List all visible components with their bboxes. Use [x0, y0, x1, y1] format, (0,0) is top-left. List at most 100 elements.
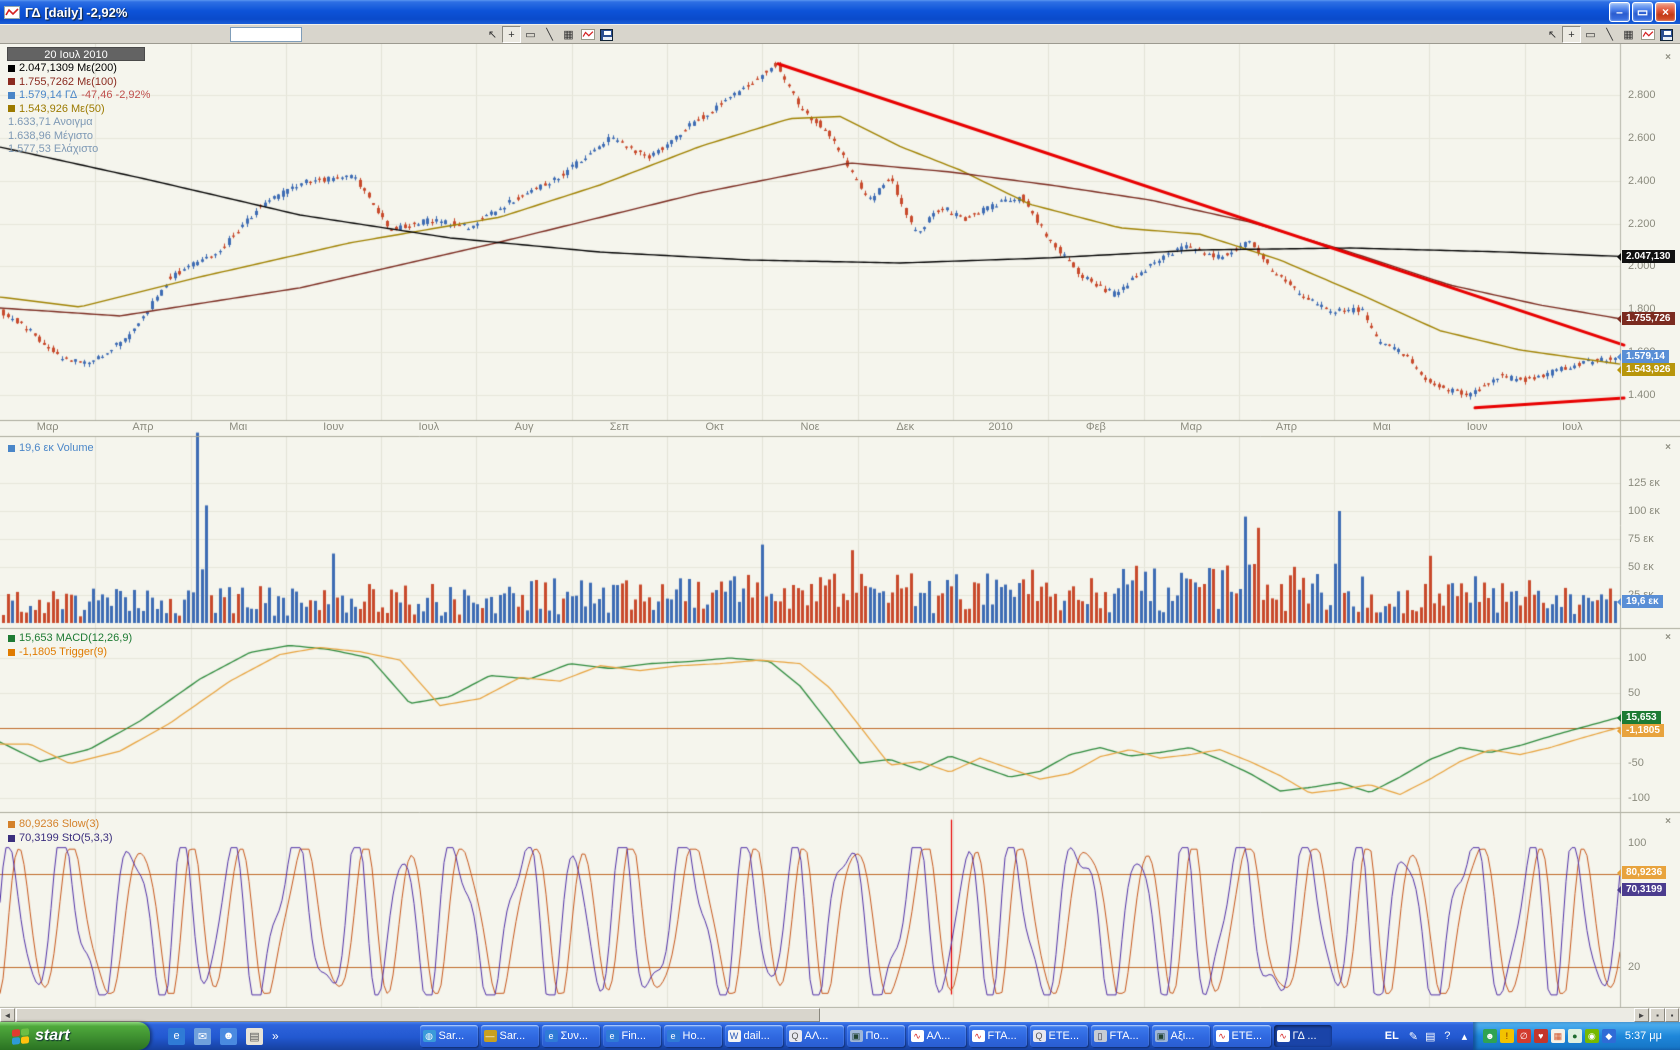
graphics-icon[interactable]: ◉	[1585, 1029, 1599, 1043]
restore-button[interactable]: ▭	[1632, 2, 1653, 22]
titlebar[interactable]: ΓΔ [daily] -2,92% – ▭ ×	[0, 0, 1680, 24]
task-button-label: Sar...	[500, 1030, 526, 1042]
task-button-label: ETE...	[1049, 1030, 1080, 1042]
task-button-label: dail...	[744, 1030, 770, 1042]
language-indicator[interactable]: EL	[1379, 1030, 1405, 1042]
quick-launch: e ✉ ☻ ▤ »	[150, 1022, 418, 1050]
mail-icon[interactable]: ✉	[194, 1028, 211, 1045]
ie-icon[interactable]: e	[168, 1028, 185, 1045]
chart-glyph-icon	[581, 29, 595, 40]
box-zoom-tool[interactable]: ▭	[521, 26, 540, 43]
task-button-sar[interactable]: ◍Sar...	[420, 1025, 478, 1047]
globe-icon: ◍	[423, 1030, 436, 1042]
save-tool[interactable]	[1657, 26, 1676, 43]
ie-icon: e	[545, 1030, 558, 1042]
floppy-glyph-icon	[1660, 29, 1673, 41]
chart-area: 20 Ιουλ 2010 2.047,1309 Mε(200)1.755,726…	[0, 44, 1680, 1008]
toolbar: ↖+▭╲▦ ↖+▭╲▦	[0, 24, 1680, 44]
messenger-icon[interactable]: ☻	[220, 1028, 237, 1045]
scroll-right-arrow[interactable]: ►	[1634, 1008, 1649, 1022]
quick-launch-chevron[interactable]: »	[272, 1029, 279, 1043]
windows-flag-icon	[12, 1028, 29, 1045]
network-icon[interactable]: ◆	[1602, 1029, 1616, 1043]
keyboard-icon[interactable]: ▤	[1422, 1030, 1439, 1043]
minimize-button[interactable]: –	[1609, 2, 1630, 22]
start-button[interactable]: start	[0, 1022, 150, 1050]
chart-icon: ∿	[1216, 1030, 1229, 1042]
system-tray: ☻!∅♥▦●◉◆5:37 μμ	[1473, 1022, 1680, 1050]
ie-icon: e	[667, 1030, 680, 1042]
chart-icon: ∿	[1277, 1030, 1290, 1042]
trendline-tool[interactable]: ╲	[540, 26, 559, 43]
show-desktop-icon[interactable]: ▤	[246, 1028, 263, 1045]
task-button-label: Sar...	[439, 1030, 465, 1042]
task-button-συν[interactable]: eΣυν...	[542, 1025, 600, 1047]
task-button-αλ[interactable]: ∿ΑΛ...	[908, 1025, 966, 1047]
antispyware-icon[interactable]: ●	[1568, 1029, 1582, 1043]
task-button-label: Αξι...	[1171, 1030, 1195, 1042]
task-button-label: Ho...	[683, 1030, 706, 1042]
volume-panel-close-icon[interactable]: ×	[1662, 442, 1674, 454]
stoch-panel-close-icon[interactable]: ×	[1662, 816, 1674, 828]
doc-icon: W	[728, 1030, 741, 1042]
close-button[interactable]: ×	[1655, 2, 1676, 22]
macd-panel-close-icon[interactable]: ×	[1662, 632, 1674, 644]
taskbar-clock: 5:37 μμ	[1619, 1030, 1672, 1042]
task-button-dail[interactable]: Wdail...	[725, 1025, 783, 1047]
task-button-πο[interactable]: ▣Πο...	[847, 1025, 905, 1047]
monitor-icon: ▣	[1155, 1030, 1168, 1042]
hide-icons-chevron[interactable]: ▴	[1456, 1030, 1473, 1043]
chart-icon: ∿	[911, 1030, 924, 1042]
blocked-icon[interactable]: ∅	[1517, 1029, 1531, 1043]
task-button-sar[interactable]: —Sar...	[481, 1025, 539, 1047]
box-zoom-tool[interactable]: ▭	[1581, 26, 1600, 43]
pointer-tool[interactable]: ↖	[1543, 26, 1562, 43]
task-button-label: Fin...	[622, 1030, 646, 1042]
task-button-ete[interactable]: ∿ETE...	[1213, 1025, 1271, 1047]
window-title: ΓΔ [daily] -2,92%	[25, 5, 127, 20]
scroll-extra-button-1[interactable]: ▪	[1650, 1008, 1665, 1022]
chart-canvas[interactable]	[0, 44, 1680, 1008]
scroll-thumb[interactable]	[16, 1008, 820, 1022]
key-icon: —	[484, 1030, 497, 1042]
task-button-label: Συν...	[561, 1030, 588, 1042]
task-button-fta[interactable]: ▯FTA...	[1091, 1025, 1149, 1047]
task-button-label: ETE...	[1232, 1030, 1263, 1042]
security-alert-icon[interactable]: !	[1500, 1029, 1514, 1043]
crosshair-tool[interactable]: +	[1562, 26, 1581, 43]
grid-tool[interactable]: ▦	[559, 26, 578, 43]
chart-type-tool[interactable]	[578, 26, 597, 43]
save-tool[interactable]	[597, 26, 616, 43]
scroll-left-arrow[interactable]: ◄	[0, 1008, 15, 1022]
task-button-fta[interactable]: ∿FTA...	[969, 1025, 1027, 1047]
market-monitor-icon[interactable]: ▦	[1551, 1029, 1565, 1043]
crosshair-tool[interactable]: +	[502, 26, 521, 43]
messenger-tray-icon[interactable]: ♥	[1534, 1029, 1548, 1043]
scroll-extra-button-2[interactable]: ▪	[1665, 1008, 1679, 1022]
chart-icon: ∿	[972, 1030, 985, 1042]
app-icon	[4, 6, 20, 19]
remote-users-icon[interactable]: ☻	[1483, 1029, 1497, 1043]
task-button-γδ[interactable]: ∿ΓΔ ...	[1274, 1025, 1332, 1047]
ie-icon: e	[606, 1030, 619, 1042]
chart-type-tool[interactable]	[1638, 26, 1657, 43]
taskbar: start e✉☻▤» ◍Sar...—Sar...eΣυν...eFin...…	[0, 1022, 1680, 1050]
price-panel-close-icon[interactable]: ×	[1662, 52, 1674, 64]
task-button-αξι[interactable]: ▣Αξι...	[1152, 1025, 1210, 1047]
task-button-ete[interactable]: QETE...	[1030, 1025, 1088, 1047]
floppy-glyph-icon	[600, 29, 613, 41]
toolgroup-left: ↖+▭╲▦	[483, 26, 616, 44]
start-label: start	[35, 1027, 70, 1045]
pointer-tool[interactable]: ↖	[483, 26, 502, 43]
trendline-tool[interactable]: ╲	[1600, 26, 1619, 43]
pen-icon[interactable]: ✎	[1405, 1030, 1422, 1043]
grid-tool[interactable]: ▦	[1619, 26, 1638, 43]
task-button-αλ[interactable]: QΑΛ...	[786, 1025, 844, 1047]
monitor-icon: ▣	[850, 1030, 863, 1042]
phone-icon: ▯	[1094, 1030, 1107, 1042]
task-button-ho[interactable]: eHo...	[664, 1025, 722, 1047]
help-icon[interactable]: ?	[1439, 1030, 1456, 1042]
symbol-input[interactable]	[230, 27, 302, 42]
horizontal-scrollbar[interactable]: ◄ ► ▪ ▪	[0, 1008, 1680, 1022]
task-button-fin[interactable]: eFin...	[603, 1025, 661, 1047]
